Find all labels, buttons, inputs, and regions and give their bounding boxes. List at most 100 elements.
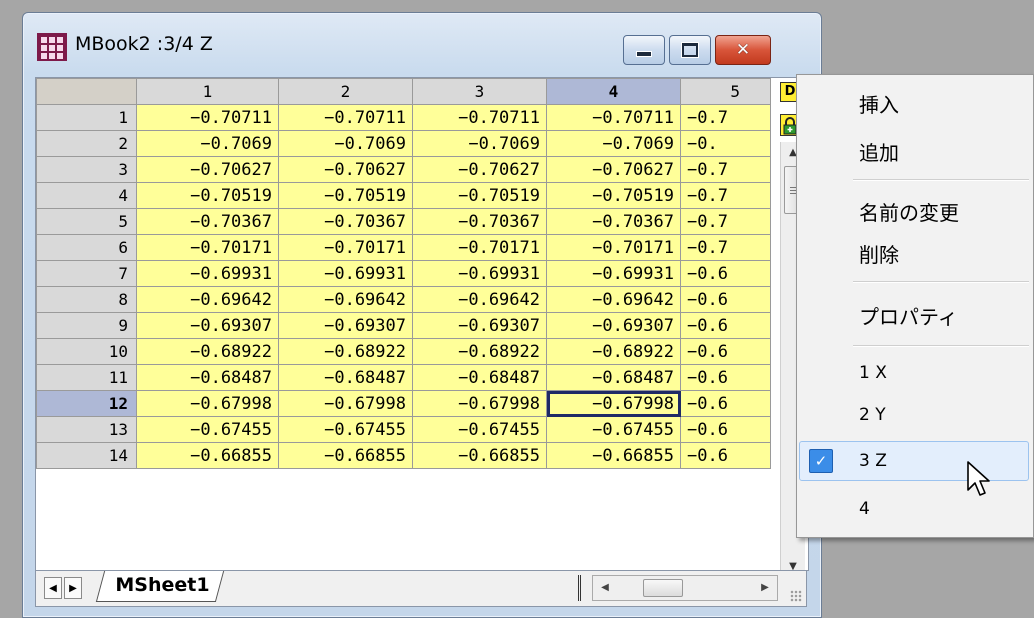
grid-cell[interactable]: −0.70711 <box>278 104 413 131</box>
grid-cell[interactable]: −0.69931 <box>412 260 547 287</box>
row-header[interactable]: 6 <box>36 234 137 261</box>
grid-cell[interactable]: −0.7 <box>680 234 771 261</box>
grid-cell[interactable]: −0.66855 <box>136 442 279 469</box>
grid-cell[interactable]: −0.6 <box>680 286 771 313</box>
menu-item-rename[interactable]: 名前の変更 <box>859 197 959 226</box>
grid-cell[interactable]: −0.66855 <box>412 442 547 469</box>
prev-sheet-icon[interactable]: ◀ <box>44 577 62 599</box>
grid-cell[interactable]: −0.70711 <box>136 104 279 131</box>
row-header[interactable]: 13 <box>36 416 137 443</box>
scroll-right-icon[interactable]: ▶ <box>755 576 775 600</box>
row-header[interactable]: 3 <box>36 156 137 183</box>
grid-cell[interactable]: −0.7069 <box>412 130 547 157</box>
grid-cell[interactable]: −0.70711 <box>546 104 681 131</box>
grid-cell[interactable]: −0.70367 <box>136 208 279 235</box>
grid-cell[interactable]: −0.6 <box>680 364 771 391</box>
grid-cell[interactable]: −0.7069 <box>546 130 681 157</box>
minimize-button[interactable] <box>623 35 665 65</box>
grid-cell[interactable]: −0.6 <box>680 338 771 365</box>
grid-cell[interactable]: −0.6 <box>680 416 771 443</box>
menu-item-append[interactable]: 追加 <box>859 137 899 166</box>
horizontal-scroll-thumb[interactable] <box>643 579 683 597</box>
grid-cell[interactable]: −0.69931 <box>278 260 413 287</box>
row-header[interactable]: 12 <box>36 390 137 417</box>
grid-cell[interactable]: −0.70367 <box>412 208 547 235</box>
row-header[interactable]: 8 <box>36 286 137 313</box>
grid-cell[interactable]: −0.70171 <box>136 234 279 261</box>
menu-item-layer-1[interactable]: 1 X <box>859 363 887 383</box>
scroll-left-icon[interactable]: ◀ <box>595 576 615 600</box>
grid-cell[interactable]: −0.70367 <box>546 208 681 235</box>
grid-cell[interactable]: −0.6 <box>680 260 771 287</box>
menu-item-layer-4[interactable]: 4 <box>859 499 870 519</box>
grid-cell[interactable]: −0.6 <box>680 390 771 417</box>
sheet-tab-msheet1[interactable]: MSheet1 <box>95 571 225 602</box>
resize-grip-icon[interactable] <box>790 590 802 602</box>
grid-cell[interactable]: −0.70627 <box>412 156 547 183</box>
column-header-5[interactable]: 5 <box>680 78 771 105</box>
grid-cell[interactable]: −0.70171 <box>278 234 413 261</box>
grid-cell[interactable]: −0.69307 <box>136 312 279 339</box>
grid-cell[interactable]: −0.67998 <box>412 390 547 417</box>
grid-cell[interactable]: −0.7 <box>680 208 771 235</box>
menu-item-layer-2[interactable]: 2 Y <box>859 405 886 425</box>
grid-cell[interactable]: −0.68487 <box>546 364 681 391</box>
grid-cell[interactable]: −0.68922 <box>278 338 413 365</box>
row-header[interactable]: 7 <box>36 260 137 287</box>
grid-cell[interactable]: −0.70367 <box>278 208 413 235</box>
corner-select-all[interactable] <box>36 78 137 105</box>
grid-cell[interactable]: −0.70627 <box>546 156 681 183</box>
menu-item-delete[interactable]: 削除 <box>859 239 899 268</box>
grid-cell[interactable]: −0.70519 <box>546 182 681 209</box>
row-header[interactable]: 10 <box>36 338 137 365</box>
grid-cell[interactable]: −0.67455 <box>136 416 279 443</box>
grid-cell[interactable]: −0.69642 <box>412 286 547 313</box>
worksheet-grid[interactable]: 1 2 3 4 5 1 −0.70711 −0.70711 −0.70711 −0.70… <box>35 77 809 571</box>
grid-cell[interactable]: −0.69307 <box>278 312 413 339</box>
grid-cell[interactable]: −0.69931 <box>136 260 279 287</box>
grid-cell[interactable]: −0.67998 <box>278 390 413 417</box>
grid-cell[interactable]: −0.7069 <box>278 130 413 157</box>
row-header[interactable]: 9 <box>36 312 137 339</box>
grid-cell[interactable]: −0. <box>680 130 771 157</box>
grid-cell[interactable]: −0.70627 <box>136 156 279 183</box>
grid-cell[interactable]: −0.70171 <box>546 234 681 261</box>
column-header-1[interactable]: 1 <box>136 78 279 105</box>
grid-cell[interactable]: −0.67455 <box>278 416 413 443</box>
grid-cell[interactable]: −0.68922 <box>412 338 547 365</box>
grid-cell[interactable]: −0.70171 <box>412 234 547 261</box>
menu-item-insert[interactable]: 挿入 <box>859 89 899 118</box>
maximize-button[interactable] <box>669 35 711 65</box>
close-button[interactable]: ✕ <box>715 35 771 65</box>
grid-cell[interactable]: −0.69642 <box>278 286 413 313</box>
grid-cell[interactable]: −0.66855 <box>278 442 413 469</box>
grid-cell[interactable]: −0.70519 <box>412 182 547 209</box>
title-bar[interactable]: MBook2 :3/4 Z ✕ <box>23 13 821 77</box>
grid-cell[interactable]: −0.7 <box>680 104 771 131</box>
grid-cell[interactable]: −0.7 <box>680 182 771 209</box>
row-header[interactable]: 4 <box>36 182 137 209</box>
grid-cell[interactable]: −0.69307 <box>412 312 547 339</box>
grid-cell[interactable]: −0.69931 <box>546 260 681 287</box>
column-header-3[interactable]: 3 <box>412 78 547 105</box>
column-header-2[interactable]: 2 <box>278 78 413 105</box>
grid-cell[interactable]: −0.69642 <box>546 286 681 313</box>
scroll-down-icon[interactable]: ▼ <box>781 556 805 570</box>
grid-cell[interactable]: −0.68922 <box>546 338 681 365</box>
grid-cell[interactable]: −0.68487 <box>278 364 413 391</box>
grid-cell[interactable]: −0.70519 <box>278 182 413 209</box>
next-sheet-icon[interactable]: ▶ <box>64 577 82 599</box>
tab-split-handle[interactable] <box>578 575 587 601</box>
grid-cell[interactable]: −0.69642 <box>136 286 279 313</box>
row-header[interactable]: 1 <box>36 104 137 131</box>
horizontal-scrollbar[interactable]: ◀ ▶ <box>592 575 778 601</box>
grid-cell[interactable]: −0.68487 <box>412 364 547 391</box>
grid-cell[interactable]: −0.7069 <box>136 130 279 157</box>
menu-item-highlight[interactable] <box>799 441 1029 481</box>
menu-item-layer-3[interactable]: 3 Z <box>859 451 887 471</box>
menu-item-properties[interactable]: プロパティ <box>859 301 958 330</box>
row-header[interactable]: 2 <box>36 130 137 157</box>
row-header[interactable]: 14 <box>36 442 137 469</box>
grid-cell[interactable]: −0.69307 <box>546 312 681 339</box>
grid-cell[interactable]: −0.67455 <box>546 416 681 443</box>
